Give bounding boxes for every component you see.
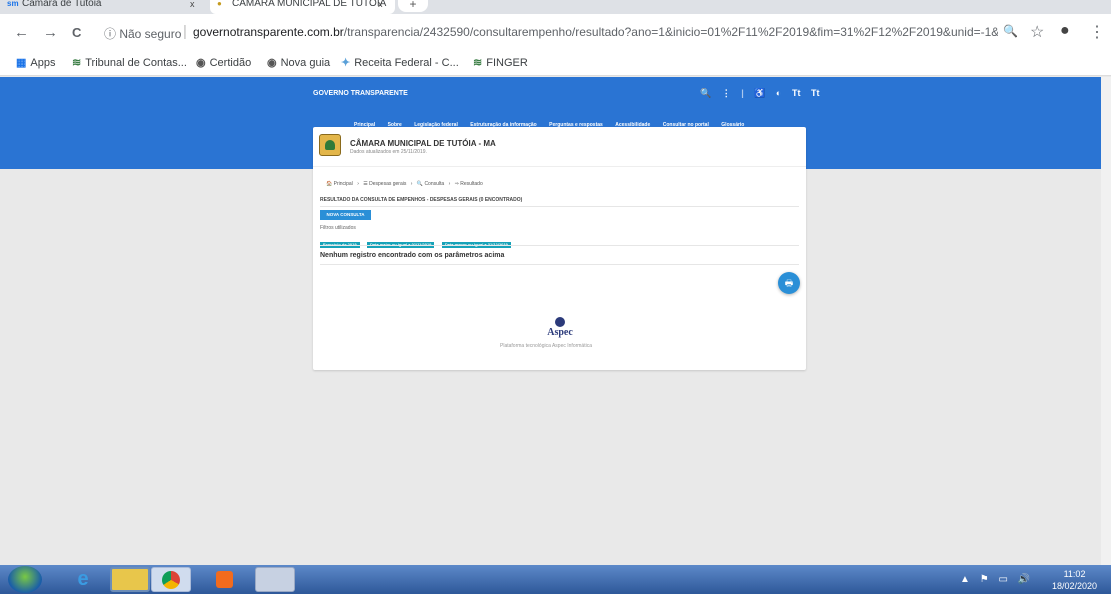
aspec-emblem-icon — [555, 317, 565, 327]
receita-icon: ✦ — [341, 57, 351, 69]
page-scrollbar[interactable] — [1101, 77, 1111, 565]
new-tab-button[interactable]: + — [398, 0, 428, 12]
windows-taskbar: e ▲ ⚑ ▭ 🔊 11:02 18/02/2020 — [0, 565, 1111, 594]
tab-close-icon[interactable]: x — [378, 0, 383, 9]
tray-expand-icon[interactable]: ▲ — [960, 574, 970, 585]
org-updated: Dados atualizados em 25/11/2019. — [350, 149, 427, 155]
breadcrumb-sep: › — [357, 181, 359, 187]
tab-favicon-icon: ● — [217, 0, 222, 8]
font-decrease-icon[interactable]: Tt — [811, 88, 820, 98]
divider — [320, 245, 799, 246]
globe-icon: ◉ — [267, 57, 277, 69]
forward-button[interactable]: → — [43, 24, 58, 42]
breadcrumb-despesas[interactable]: ☰ Despesas gerais — [363, 181, 406, 187]
bookmark-receita[interactable]: ✦ Receita Federal - C... — [341, 56, 459, 69]
no-records-message: Nenhum registro encontrado com os parâme… — [320, 252, 505, 259]
url-path: /transparencia/2432590/consultarempenho/… — [343, 25, 998, 39]
volume-icon[interactable]: 🔊 — [1018, 574, 1030, 585]
browser-tab-camara[interactable]: sm Câmara de Tutóia x — [0, 0, 210, 14]
divider — [320, 206, 799, 207]
tab-title: CÂMARA MUNICIPAL DE TUTÓIA — [232, 0, 387, 9]
breadcrumb-sep: › — [448, 181, 451, 187]
browser-tab-active[interactable]: ● CÂMARA MUNICIPAL DE TUTÓIA x — [210, 0, 395, 14]
bookmark-label: Apps — [30, 57, 56, 69]
print-button[interactable]: 🖶 — [778, 272, 800, 294]
result-title: RESULTADO DA CONSULTA DE EMPENHOS - DESP… — [320, 197, 523, 203]
aspec-logo[interactable]: Aspec — [540, 317, 580, 338]
reload-button[interactable]: C — [72, 24, 81, 42]
contrast-icon[interactable]: ◐ — [776, 88, 781, 98]
address-bar[interactable]: governotransparente.com.br/transparencia… — [193, 25, 998, 39]
apps-grid-icon: ▦ — [16, 57, 27, 69]
chrome-icon[interactable] — [151, 567, 191, 592]
aspec-brand: Aspec — [547, 327, 573, 338]
print-icon: 🖶 — [784, 278, 794, 288]
url-domain: governotransparente.com.br — [193, 25, 344, 39]
network-icon[interactable]: ▭ — [998, 574, 1007, 585]
system-clock[interactable]: 11:02 18/02/2020 — [1052, 568, 1097, 592]
security-indicator[interactable]: ⓘ Não seguro — [104, 25, 181, 42]
bookmark-label: Nova guia — [280, 57, 331, 69]
action-center-icon[interactable]: ⚑ — [980, 574, 989, 585]
bookmarks-bar: ▦ Apps ≋ Tribunal de Contas... ◉ Certidão ◉… — [0, 52, 1111, 76]
bookmark-tribunal[interactable]: ≋ Tribunal de Contas... — [72, 56, 187, 69]
bookmark-finger[interactable]: ≋ FINGER — [473, 56, 528, 69]
bookmark-nova-guia[interactable]: ◉ Nova guia — [267, 56, 330, 69]
footer-note: Plataforma tecnológica Aspec Informática — [500, 343, 592, 349]
bookmark-label: Tribunal de Contas... — [85, 57, 187, 69]
breadcrumb-resultado: ⇒ Resultado — [454, 181, 483, 187]
internet-explorer-icon[interactable]: e — [63, 567, 103, 592]
search-icon[interactable]: 🔍 — [700, 88, 711, 98]
tab-favicon-icon: sm — [7, 0, 19, 8]
finger-icon: ≋ — [473, 57, 483, 69]
bookmark-certidao[interactable]: ◉ Certidão — [196, 56, 251, 69]
bookmark-label: Certidão — [209, 57, 252, 69]
font-increase-icon[interactable]: Tt — [792, 88, 801, 98]
start-button-icon[interactable] — [8, 566, 42, 593]
clock-date: 18/02/2020 — [1052, 581, 1098, 591]
breadcrumb-consulta[interactable]: 🔍 Consulta — [417, 181, 444, 187]
accessibility-icon[interactable]: ♿ — [754, 88, 765, 98]
breadcrumb: 🏠 Principal › ☰ Despesas gerais › 🔍 Cons… — [326, 181, 486, 187]
new-query-button[interactable]: NOVA CONSULTA — [320, 210, 371, 220]
tab-close-icon[interactable]: x — [190, 0, 195, 9]
header-tools: 🔍 ⋮ | ♿ ◐ Tt Tt — [700, 88, 828, 99]
profile-icon[interactable]: ● — [1060, 22, 1070, 40]
tribunal-icon: ≋ — [72, 57, 82, 69]
system-tray: ▲ ⚑ ▭ 🔊 — [960, 574, 1037, 585]
divider: | — [741, 88, 744, 98]
tab-title: Câmara de Tutóia — [22, 0, 102, 9]
globe-icon: ◉ — [196, 57, 206, 69]
file-explorer-icon[interactable] — [110, 567, 150, 592]
org-name: CÂMARA MUNICIPAL DE TUTÓIA - MA — [350, 139, 496, 148]
bookmark-label: Receita Federal - C... — [354, 57, 459, 69]
bookmark-apps[interactable]: ▦ Apps — [16, 56, 55, 69]
filter-chips: Exercício de 2019 Data maior ou igual a … — [320, 233, 514, 251]
browser-toolbar: ← → C ⓘ Não seguro | governotransparente… — [0, 14, 1111, 52]
bookmark-label: FINGER — [486, 57, 528, 69]
municipal-crest-icon — [319, 134, 341, 156]
browser-tabstrip: sm Câmara de Tutóia x ● CÂMARA MUNICIPAL… — [0, 0, 1111, 14]
org-header: CÂMARA MUNICIPAL DE TUTÓIA - MA Dados at… — [313, 127, 806, 167]
snipping-tool-icon[interactable] — [255, 567, 295, 592]
menu-icon[interactable]: ⋮ — [1089, 22, 1105, 42]
site-title[interactable]: GOVERNO TRANSPARENTE — [313, 90, 408, 97]
divider — [320, 264, 799, 265]
clock-time: 11:02 — [1063, 569, 1086, 579]
web-page: GOVERNO TRANSPARENTE 🔍 ⋮ | ♿ ◐ Tt Tt Pri… — [0, 77, 1111, 565]
bookmark-star-icon[interactable]: ☆ — [1030, 22, 1044, 42]
more-icon[interactable]: ⋮ — [722, 88, 731, 98]
filters-label: Filtros utilizados — [320, 225, 356, 231]
zoom-icon[interactable]: 🔍 — [1003, 24, 1018, 38]
breadcrumb-principal[interactable]: 🏠 Principal — [326, 181, 353, 187]
back-button[interactable]: ← — [14, 24, 29, 42]
media-player-icon[interactable] — [205, 567, 245, 592]
breadcrumb-sep: › — [410, 181, 413, 187]
url-separator: | — [183, 23, 187, 40]
